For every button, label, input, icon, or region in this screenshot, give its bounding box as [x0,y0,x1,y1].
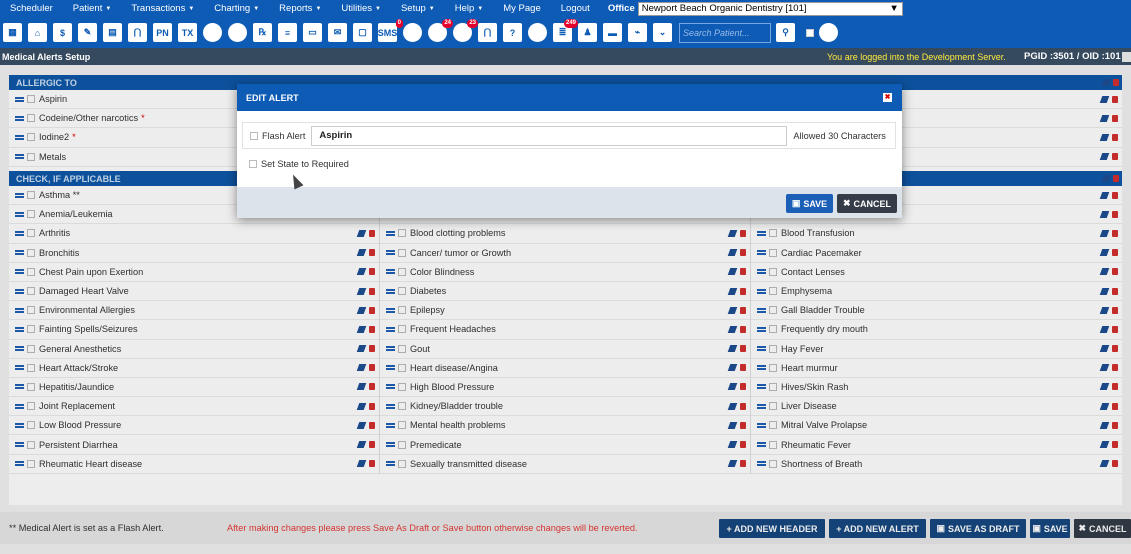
button-label: CANCEL [853,198,892,209]
caret-down-icon: ▼ [253,5,260,12]
alert-name-input[interactable]: Aspirin [311,125,788,146]
modal-title: EDIT ALERT [246,92,299,103]
menu-help[interactable]: Help ▼ [445,3,494,14]
message-icon[interactable]: ▢ [352,22,373,44]
caret-down-icon: ▼ [188,5,195,12]
menu-label: Reports [279,3,313,14]
modal-cancel-button[interactable]: ✖ CANCEL [837,194,897,213]
ids-label: PGID :3501 / OID :101 [1024,51,1121,62]
menu-label: Transactions [131,3,186,14]
alert-name-row: Flash Alert Aspirin Allowed 30 Character… [242,122,896,149]
required-label: Set State to Required [261,159,349,169]
recall-icon[interactable]: 23 [452,18,478,44]
edit-icon[interactable]: ✎ [77,22,98,44]
menu-label: Scheduler [10,3,53,14]
search-user-icon[interactable]: ⚲ [775,22,796,44]
page-title: Medical Alerts Setup [2,51,91,62]
flash-alert-checkbox[interactable] [250,131,258,140]
caret-down-icon: ▼ [428,5,435,12]
globe-icon[interactable]: 24 [427,18,453,44]
menu-label: Setup [400,3,426,14]
tooth-chart-icon[interactable]: ▤ [102,22,123,44]
modal-header: EDIT ALERT ✖ [237,84,902,111]
menu-transactions[interactable]: Transactions ▼ [121,3,204,14]
notes-icon[interactable]: ≡ [277,22,298,44]
button-label: SAVE [803,198,828,209]
down-icon[interactable]: ⌄ [652,22,673,44]
report-badge: 249 [563,18,578,28]
print-icon[interactable]: ▭ [302,22,323,44]
allowed-chars-hint: Allowed 30 Characters [793,130,886,141]
add-patient-icon[interactable] [227,22,248,44]
office-select[interactable]: Newport Beach Organic Dentistry [101] ▼ [637,1,903,16]
edit-alert-modal: EDIT ALERT ✖ Flash Alert Aspirin Allowed… [237,84,902,218]
close-icon: ✖ [842,198,851,208]
top-menu-bar: Scheduler Patient ▼ Transactions ▼ Chartin… [0,0,1131,17]
required-row: Set State to Required [249,159,349,169]
calendar-icon[interactable]: ▦ [2,22,23,44]
required-checkbox[interactable] [249,160,257,168]
caret-down-icon: ▼ [375,5,381,12]
menu-my-page[interactable]: My Page [493,3,551,14]
help-icon[interactable]: ? [502,22,523,44]
rx-icon[interactable]: ℞ [252,22,273,44]
mail-icon[interactable]: ✉ [327,22,348,44]
tooth2-icon[interactable]: ⋂ [477,22,498,44]
sms-icon[interactable]: SMS 0 [377,18,403,44]
menu-reports[interactable]: Reports ▼ [269,3,331,14]
office-value: Newport Beach Organic Dentistry [101] [641,3,807,14]
pn-icon[interactable]: PN [152,22,173,44]
chart-icon[interactable]: ⌁ [627,22,648,44]
dollar-icon[interactable]: $ [52,22,73,44]
server-message: You are logged into the Development Serv… [827,51,1006,62]
close-icon[interactable]: ✖ [883,93,892,102]
menu-logout[interactable]: Logout [551,3,600,14]
save-icon: ▣ [791,198,801,208]
chevron-down-icon: ▼ [889,3,899,14]
group-icon[interactable]: ♟ [577,22,598,44]
modal-footer: ▣ SAVE ✖ CANCEL [237,187,902,218]
menu-label: My Page [503,3,541,14]
checkbox[interactable] [806,28,814,37]
menu-scheduler[interactable]: Scheduler [0,3,63,14]
menu-label: Patient [72,3,103,14]
caret-down-icon: ▼ [315,5,322,12]
group-search-icon[interactable] [818,22,839,44]
home-icon[interactable]: ⌂ [27,22,48,44]
caret-down-icon: ▼ [105,5,112,12]
menu-patient[interactable]: Patient ▼ [63,3,122,14]
web-icon[interactable] [527,22,548,44]
tooth-icon[interactable]: ⋂ [127,22,148,44]
report-icon[interactable]: ≣ 249 [552,18,578,44]
add-user-icon[interactable] [202,22,223,44]
menu-utilities[interactable]: Utilities ▼ [331,3,391,14]
tx-icon[interactable]: TX [177,22,198,44]
search-patient-input[interactable]: Search Patient... [679,22,771,43]
modal-save-button[interactable]: ▣ SAVE [786,194,833,213]
flash-alert-label: Flash Alert [262,130,306,141]
menu-charting[interactable]: Charting ▼ [204,3,269,14]
clock-icon[interactable] [402,22,423,44]
menu-label: Utilities [341,3,373,14]
menu-label: Help [454,3,475,14]
icon-toolbar: ▦ ⌂ $ ✎ ▤ ⋂ PN TX ℞ ≡ ▭ ✉ ▢ SMS 0 24 23 ⋂… [0,17,1131,48]
menu-label: Charting [214,3,251,14]
print-page-icon[interactable] [1122,51,1131,62]
office-label: Office [607,3,635,14]
page-title-bar: Medical Alerts Setup You are logged into… [0,48,1131,65]
menu-setup[interactable]: Setup ▼ [391,3,445,14]
printer-icon[interactable]: ▬ [602,22,623,44]
menu-label: Logout [560,3,590,14]
caret-down-icon: ▼ [477,5,484,12]
